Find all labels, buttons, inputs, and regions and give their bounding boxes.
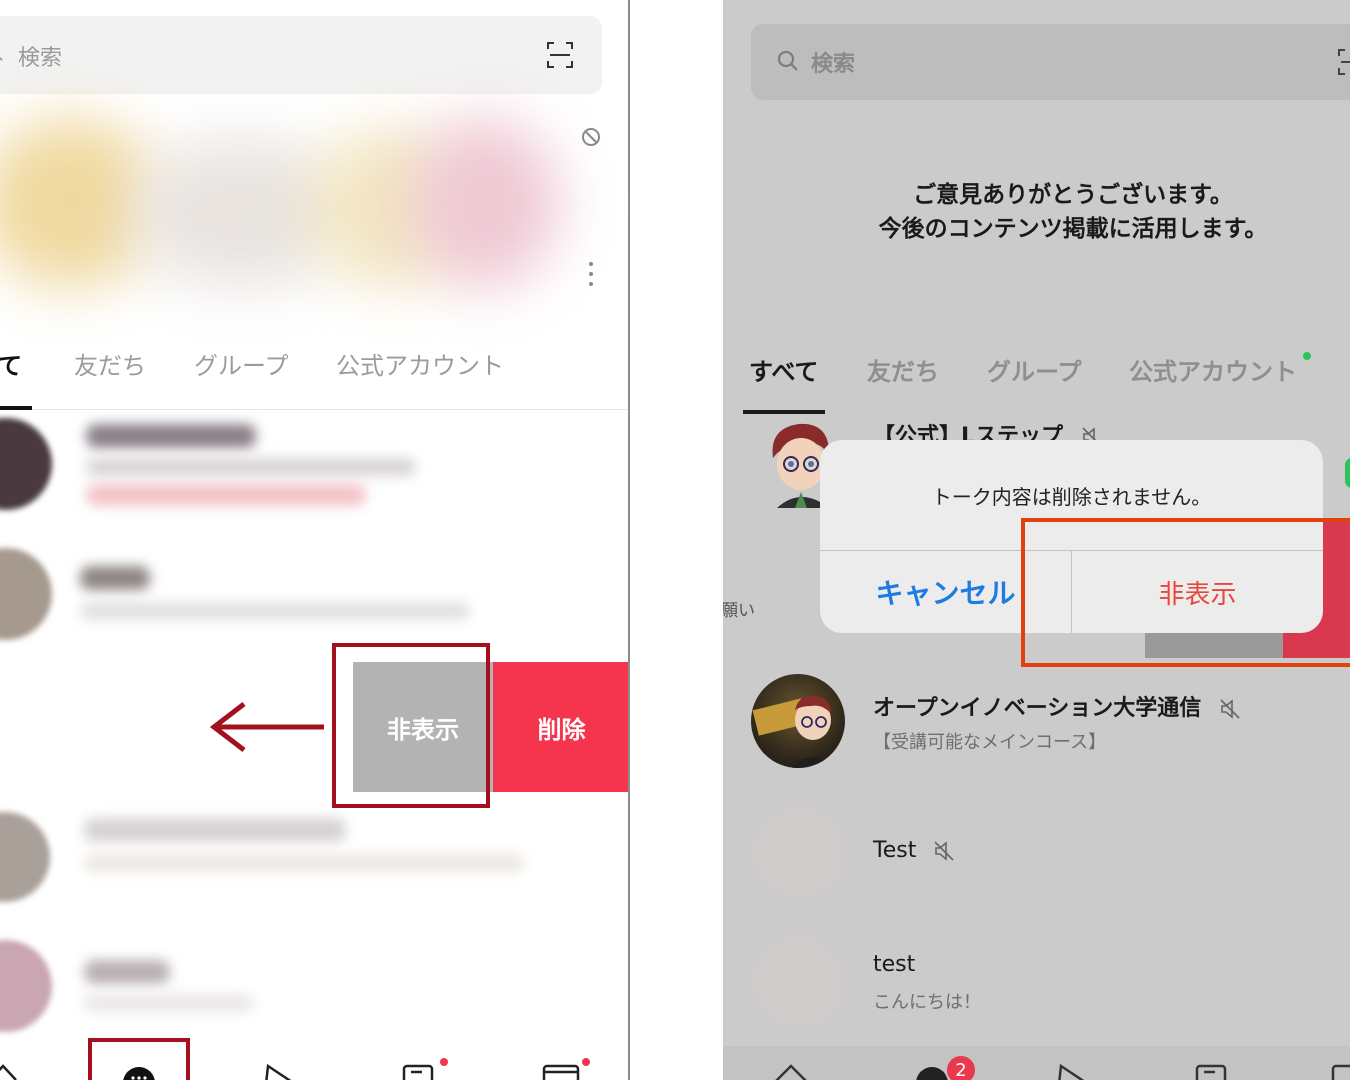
feedback-thanks-message: ご意見ありがとうございます。 今後のコンテンツ掲載に活用します。 [723, 178, 1350, 246]
qr-scan-icon[interactable] [1337, 48, 1350, 76]
home-icon[interactable] [773, 1060, 809, 1080]
news-icon[interactable] [402, 1060, 436, 1080]
blurred-text [84, 854, 524, 872]
delete-action-button[interactable]: 削除 [493, 662, 628, 792]
notification-dot [582, 1058, 590, 1066]
thanks-line-1: ご意見ありがとうございます。 [913, 182, 1233, 208]
unread-edge [1345, 458, 1350, 488]
avatar [0, 940, 52, 1032]
blurred-text [84, 994, 254, 1012]
avatar [751, 674, 845, 768]
wallet-icon[interactable] [1331, 1062, 1350, 1080]
blurred-text [80, 602, 470, 620]
chat-name: test [873, 952, 916, 977]
avatar [0, 812, 50, 902]
highlight-box [88, 1038, 190, 1080]
chat-preview: こんにちは！ [873, 992, 981, 1013]
thanks-line-2: 今後のコンテンツ掲載に活用します。 [878, 216, 1268, 242]
blurred-text [80, 566, 150, 590]
swipe-left-arrow-icon [209, 702, 324, 752]
avatar [751, 934, 847, 1030]
video-icon[interactable] [262, 1062, 300, 1080]
block-icon[interactable] [580, 126, 602, 148]
search-placeholder: 検索 [18, 46, 63, 71]
mute-icon [934, 841, 954, 861]
avatar [751, 804, 847, 900]
blurred-text [86, 424, 256, 448]
chat-tabs: て 友だち グループ 公式アカウント [0, 330, 628, 410]
unread-count-badge: 2 [945, 1054, 977, 1080]
highlight-box [1021, 518, 1350, 667]
blurred-text [86, 458, 416, 476]
wallet-icon[interactable] [542, 1062, 580, 1080]
avatar [0, 418, 52, 510]
tab-groups[interactable]: グループ [987, 352, 1082, 387]
tab-official[interactable]: 公式アカウント [1129, 352, 1297, 387]
partial-preview-text: 願い [723, 601, 755, 621]
avatar [0, 548, 52, 640]
search-icon [777, 50, 798, 71]
mute-icon [1220, 699, 1240, 719]
search-bar[interactable]: 検索 [751, 24, 1350, 100]
left-screenshot: 検索 て 友だち グループ 公式アカウント 非表示 削除 [0, 0, 630, 1080]
blurred-banner[interactable] [0, 108, 600, 308]
chat-name: Test [873, 838, 955, 863]
active-tab-indicator [0, 406, 32, 410]
chat-name-text: Test [873, 838, 917, 863]
tab-friends[interactable]: 友だち [867, 352, 939, 387]
search-icon [0, 56, 3, 61]
tab-friends[interactable]: 友だち [74, 346, 146, 381]
chat-name-text: オープンイノベーション大学通信 [873, 696, 1202, 721]
right-screenshot: 検索 ご意見ありがとうございます。 今後のコンテンツ掲載に活用します。 すべて … [723, 0, 1350, 1080]
bottom-nav [723, 1046, 1350, 1080]
more-vertical-icon[interactable] [588, 260, 594, 288]
notification-dot [440, 1058, 448, 1066]
video-icon[interactable] [1055, 1062, 1093, 1080]
tab-all[interactable]: て [0, 346, 22, 381]
university-logo-icon [752, 695, 837, 768]
tab-all[interactable]: すべて [749, 352, 818, 387]
qr-scan-icon[interactable] [546, 41, 574, 69]
search-bar[interactable]: 検索 [0, 16, 602, 94]
chat-preview: 【受講可能なメインコース】 [873, 732, 1107, 753]
active-tab-indicator [743, 410, 825, 414]
chat-name: オープンイノベーション大学通信 [873, 690, 1241, 722]
news-icon[interactable] [1195, 1060, 1229, 1080]
blurred-text [84, 818, 346, 842]
new-indicator-dot [1303, 352, 1311, 360]
home-icon[interactable] [0, 1060, 18, 1080]
blurred-text [86, 484, 366, 506]
search-placeholder: 検索 [811, 52, 856, 77]
tab-official[interactable]: 公式アカウント [336, 346, 504, 381]
highlight-box [332, 643, 490, 808]
tab-groups[interactable]: グループ [194, 346, 289, 381]
blurred-text [84, 960, 170, 984]
